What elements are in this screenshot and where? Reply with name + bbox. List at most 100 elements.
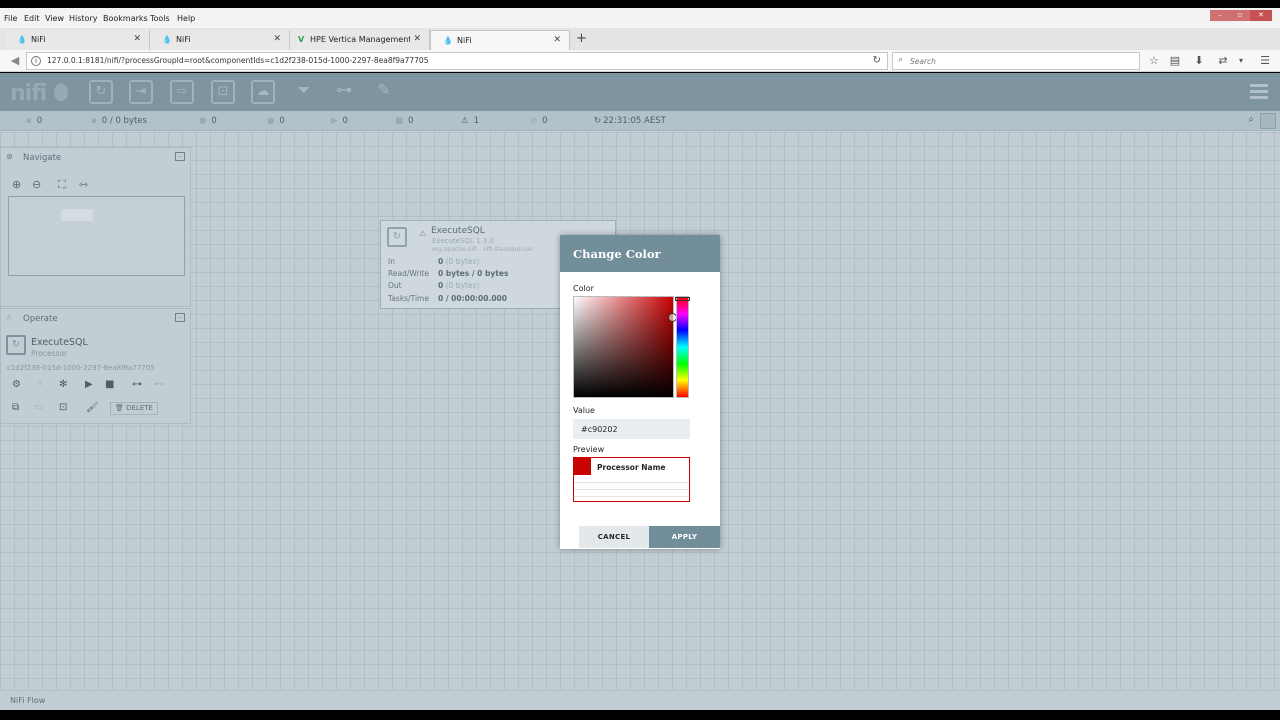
- minimize-icon[interactable]: –: [1210, 10, 1230, 21]
- nifi-drop-icon: 💧: [17, 35, 27, 44]
- flow-status-bar: ▪ 0 ▪ 0 / 0 bytes ● 0 ● 0 ▶ 0 ■ 0 ⚠ 1 ⊘ 0 ↻ 22:31…: [0, 111, 1280, 131]
- remote-process-group-icon[interactable]: ☁: [251, 80, 275, 104]
- running-count: ▶ 0: [331, 116, 348, 126]
- gear-icon[interactable]: ⚙: [12, 379, 21, 390]
- hue-slider[interactable]: [676, 296, 689, 398]
- disabled-count: ⊘ 0: [530, 116, 548, 126]
- stat-row-out: Out 0 (0 bytes): [381, 281, 561, 293]
- stat-value: 0 (0 bytes): [438, 257, 480, 266]
- processor-type: ExecuteSQL 1.3.0: [432, 237, 494, 245]
- breadcrumb[interactable]: NiFi Flow: [10, 696, 45, 705]
- nifi-drop-icon: [54, 83, 68, 101]
- download-icon[interactable]: ⬇: [1192, 54, 1206, 68]
- menu-edit[interactable]: Edit: [24, 14, 40, 23]
- top-black-bar: [0, 0, 1280, 8]
- process-group-icon[interactable]: ⊡: [211, 80, 235, 104]
- tab-nifi-active[interactable]: 💧 NiFi ✕: [430, 30, 570, 50]
- back-arrow-icon[interactable]: ◀: [8, 54, 22, 68]
- processor-icon: ↻: [6, 335, 26, 355]
- menu-bookmarks[interactable]: Bookmarks: [103, 14, 148, 23]
- bookmark-star-icon[interactable]: ☆: [1147, 54, 1161, 68]
- stop-icon[interactable]: ■: [105, 379, 114, 390]
- collapse-icon[interactable]: –: [175, 313, 185, 322]
- cancel-button[interactable]: CANCEL: [579, 526, 649, 548]
- copy-icon[interactable]: ⧉: [12, 402, 19, 413]
- close-window-icon[interactable]: ✕: [1250, 10, 1272, 21]
- menu-tools[interactable]: Tools: [150, 14, 170, 23]
- search-bar[interactable]: ⌕ Search: [892, 52, 1140, 70]
- menu-file[interactable]: File: [4, 14, 17, 23]
- output-port-icon[interactable]: ⇨: [170, 80, 194, 104]
- reading-list-icon[interactable]: ▤: [1168, 54, 1182, 68]
- search-placeholder[interactable]: Search: [910, 57, 936, 66]
- search-icon[interactable]: ⌕: [1248, 114, 1254, 125]
- nifi-logo: nifi: [10, 81, 47, 106]
- paste-icon[interactable]: ▭: [34, 402, 43, 413]
- search-icon: ⌕: [898, 55, 904, 65]
- threads-icon: ▪: [26, 116, 32, 126]
- nifi-drop-icon: 💧: [162, 35, 172, 44]
- enable-icon[interactable]: ⚡: [37, 379, 44, 390]
- group-icon[interactable]: ⊡: [59, 402, 67, 413]
- chevron-down-icon[interactable]: ▾: [1234, 54, 1248, 68]
- navigate-header[interactable]: ⊛ Navigate –: [1, 148, 190, 166]
- template-icon[interactable]: ⊶: [332, 80, 356, 104]
- saturation-value-picker[interactable]: [573, 296, 674, 398]
- url-text[interactable]: 127.0.0.1:8181/nifi/?processGroupId=root…: [47, 56, 428, 65]
- zoom-out-icon[interactable]: ⊖: [32, 178, 41, 191]
- queued-stats: ▪ 0 / 0 bytes: [91, 116, 147, 126]
- fit-icon[interactable]: ⛶: [58, 178, 66, 192]
- hue-slider-handle[interactable]: [675, 297, 690, 301]
- stat-label: Out: [388, 281, 402, 290]
- menu-view[interactable]: View: [45, 14, 64, 23]
- paintbrush-icon[interactable]: 🖌: [86, 402, 99, 413]
- maximize-icon[interactable]: ▫: [1230, 10, 1250, 21]
- zoom-in-icon[interactable]: ⊕: [12, 178, 21, 191]
- label-icon[interactable]: ✎: [372, 80, 396, 104]
- apply-button[interactable]: APPLY: [649, 526, 720, 548]
- collapse-icon[interactable]: –: [175, 152, 185, 161]
- operate-header[interactable]: ☝ Operate –: [1, 309, 190, 327]
- new-tab-icon[interactable]: +: [576, 31, 587, 46]
- input-port-icon[interactable]: ⇥: [129, 80, 153, 104]
- upload-template-icon[interactable]: ⊷: [154, 379, 164, 390]
- tab-nifi-1[interactable]: 💧 NiFi ✕: [5, 30, 150, 50]
- operate-component-type: Processor: [31, 349, 68, 358]
- stat-value: 0 / 00:00:00.000: [438, 294, 507, 303]
- not-transmitting-count: ● 0: [267, 116, 285, 126]
- info-icon[interactable]: i: [31, 56, 41, 66]
- menu-history[interactable]: History: [69, 14, 97, 23]
- template-icon[interactable]: ⊶: [132, 379, 142, 390]
- refresh-timestamp[interactable]: ↻ 22:31:05 AEST: [594, 116, 666, 126]
- tab-vertica[interactable]: V HPE Vertica Management C... ✕: [290, 30, 430, 50]
- browser-menubar: File Edit View History Bookmarks Tools H…: [0, 8, 1280, 28]
- delete-button[interactable]: 🗑 DELETE: [110, 402, 158, 415]
- tab-nifi-2[interactable]: 💧 NiFi ✕: [150, 30, 290, 50]
- browser-menu-icon[interactable]: ☰: [1258, 54, 1272, 68]
- color-value-input[interactable]: [573, 419, 690, 439]
- menu-help[interactable]: Help: [177, 14, 195, 23]
- extension-icon[interactable]: ⇄: [1216, 54, 1230, 68]
- play-icon[interactable]: ▶: [85, 379, 93, 390]
- bulletin-board-icon[interactable]: [1260, 113, 1276, 129]
- processor-name: ExecuteSQL: [431, 226, 485, 236]
- tab-label: HPE Vertica Management C...: [310, 35, 410, 44]
- tab-close-icon[interactable]: ✕: [553, 35, 561, 45]
- funnel-icon[interactable]: ⏷: [292, 80, 316, 104]
- processor-icon[interactable]: ↻: [89, 80, 113, 104]
- global-menu-icon[interactable]: [1250, 84, 1268, 100]
- actual-size-icon[interactable]: ⇿: [79, 178, 88, 191]
- disable-icon[interactable]: ✻: [59, 379, 67, 390]
- screen: File Edit View History Bookmarks Tools H…: [0, 0, 1280, 720]
- tab-close-icon[interactable]: ✕: [273, 34, 281, 44]
- dialog-header[interactable]: Change Color: [560, 235, 720, 272]
- birdseye-view[interactable]: [8, 196, 185, 276]
- reload-icon[interactable]: ↻: [873, 55, 881, 66]
- url-bar[interactable]: i 127.0.0.1:8181/nifi/?processGroupId=ro…: [26, 52, 888, 70]
- tab-label: NiFi: [176, 35, 191, 44]
- tab-close-icon[interactable]: ✕: [133, 34, 141, 44]
- disabled-icon: ⊘: [530, 116, 538, 126]
- warning-icon[interactable]: ⚠: [419, 229, 426, 238]
- tab-close-icon[interactable]: ✕: [413, 34, 421, 44]
- birdseye-viewport[interactable]: [61, 209, 93, 221]
